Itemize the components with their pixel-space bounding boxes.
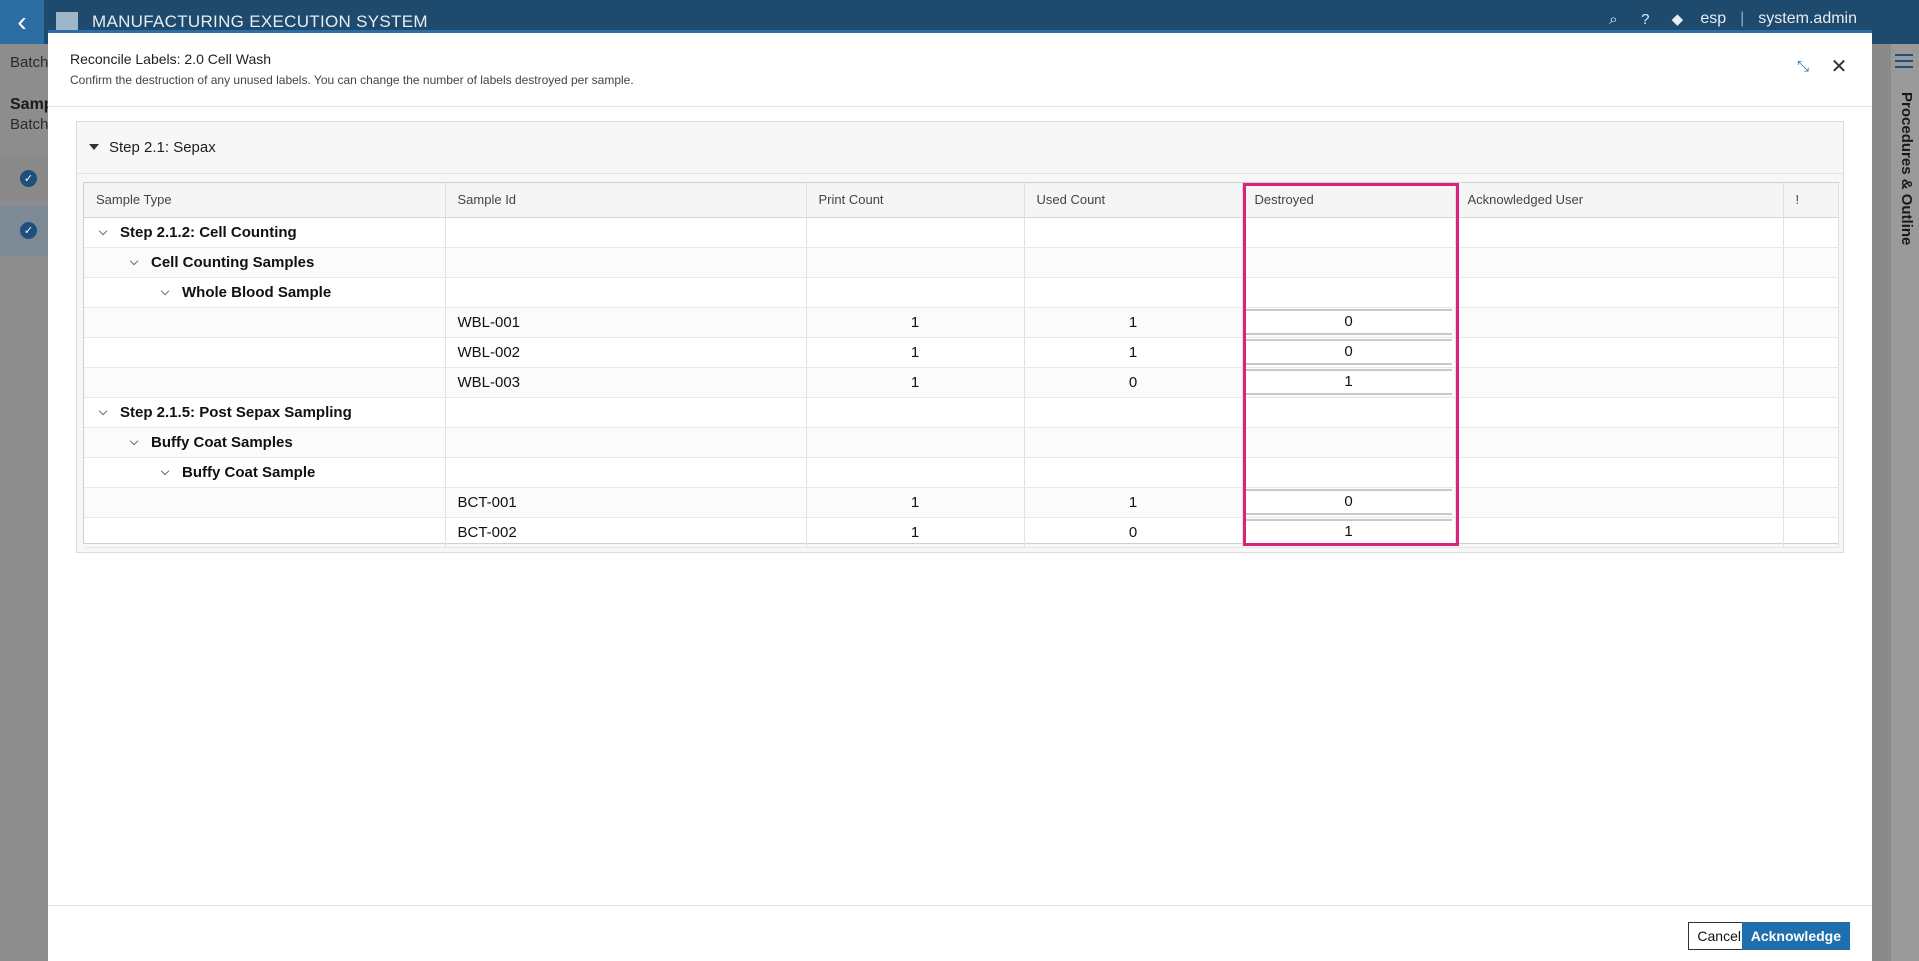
sample-id-cell: WBL-002: [445, 337, 807, 368]
batch-tab[interactable]: Batch: [10, 54, 48, 71]
list-item[interactable]: ✓: [0, 206, 48, 256]
table-row: WBL-001 1 1 0: [84, 307, 1839, 338]
background-left-panel: Batch Samp Batch ✓ ✓: [0, 44, 54, 961]
sample-id-cell: WBL-001: [445, 307, 807, 338]
chevron-down-icon[interactable]: ⌵: [129, 256, 139, 268]
group-label: Whole Blood Sample: [182, 283, 332, 301]
modal-header: Reconcile Labels: 2.0 Cell Wash Confirm …: [48, 33, 1872, 107]
column-header-destroyed[interactable]: Destroyed: [1242, 183, 1456, 218]
group-label: Step 2.1.2: Cell Counting: [120, 223, 297, 241]
separator: |: [1740, 10, 1745, 27]
table-row: BCT-001 1 1 0: [84, 487, 1839, 518]
table-row: ⌵ Cell Counting Samples: [84, 247, 1839, 278]
sample-id-cell: BCT-001: [445, 487, 807, 518]
back-chevron-icon[interactable]: ‹: [0, 0, 44, 44]
procedures-outline-label[interactable]: Procedures & Outline: [1898, 92, 1915, 245]
batch-subheader: Batch: [10, 116, 49, 133]
destroyed-input[interactable]: 0: [1245, 339, 1452, 365]
background-right-panel: Procedures & Outline: [1872, 44, 1919, 961]
table-row: ⌵ Whole Blood Sample: [84, 277, 1839, 308]
search-icon[interactable]: ⌕: [1604, 10, 1622, 28]
print-count-cell: 1: [806, 337, 1025, 368]
table-row: ⌵ Buffy Coat Sample: [84, 457, 1839, 488]
column-header-flag[interactable]: !: [1783, 183, 1839, 218]
acknowledged-user-cell: [1455, 487, 1784, 518]
step-panel-header[interactable]: Step 2.1: Sepax: [77, 122, 1843, 174]
help-icon[interactable]: ?: [1636, 10, 1654, 28]
chevron-down-icon[interactable]: ⌵: [160, 286, 170, 298]
table-row: BCT-002 1 0 1: [84, 517, 1839, 548]
group-label: Buffy Coat Samples: [151, 433, 293, 451]
app-logo-icon: [56, 12, 78, 32]
app-title: MANUFACTURING EXECUTION SYSTEM: [92, 12, 428, 31]
print-count-cell: 1: [806, 517, 1025, 548]
check-circle-icon: ✓: [20, 222, 37, 239]
acknowledged-user-cell: [1455, 517, 1784, 548]
table-row: WBL-002 1 1 0: [84, 337, 1839, 368]
chevron-down-icon[interactable]: ⌵: [98, 406, 108, 418]
labels-grid: Sample Type Sample Id Print Count Used C…: [83, 182, 1839, 548]
print-count-cell: 1: [806, 487, 1025, 518]
used-count-cell: 0: [1024, 367, 1243, 398]
collapse-icon[interactable]: ⤡: [1792, 55, 1814, 77]
used-count-cell: 1: [1024, 487, 1243, 518]
column-header-sample-id[interactable]: Sample Id: [445, 183, 807, 218]
acknowledged-user-cell: [1455, 307, 1784, 338]
used-count-cell: 1: [1024, 307, 1243, 338]
close-icon[interactable]: ✕: [1828, 55, 1850, 78]
acknowledged-user-cell: [1455, 337, 1784, 368]
user-menu[interactable]: system.admin: [1758, 10, 1857, 28]
group-label: Step 2.1.5: Post Sepax Sampling: [120, 403, 352, 421]
bell-icon[interactable]: ◆: [1668, 10, 1686, 28]
print-count-cell: 1: [806, 367, 1025, 398]
check-circle-icon: ✓: [20, 170, 37, 187]
sample-id-cell: WBL-003: [445, 367, 807, 398]
group-label: Cell Counting Samples: [151, 253, 315, 271]
table-row: ⌵ Step 2.1.2: Cell Counting: [84, 217, 1839, 248]
language-selector[interactable]: esp: [1700, 10, 1726, 28]
list-menu-icon[interactable]: [1895, 54, 1913, 68]
destroyed-input[interactable]: 0: [1245, 309, 1452, 335]
used-count-cell: 0: [1024, 517, 1243, 548]
sample-id-cell: BCT-002: [445, 517, 807, 548]
column-header-acknowledged-user[interactable]: Acknowledged User: [1455, 183, 1784, 218]
destroyed-input[interactable]: 1: [1245, 519, 1452, 545]
used-count-cell: 1: [1024, 337, 1243, 368]
table-row: WBL-003 1 0 1: [84, 367, 1839, 398]
reconcile-labels-modal: Reconcile Labels: 2.0 Cell Wash Confirm …: [48, 30, 1872, 961]
chevron-down-icon[interactable]: ⌵: [129, 436, 139, 448]
modal-footer: Cancel Acknowledge: [48, 905, 1872, 961]
table-row: ⌵ Buffy Coat Samples: [84, 427, 1839, 458]
group-label: Buffy Coat Sample: [182, 463, 316, 481]
table-row: ⌵ Step 2.1.5: Post Sepax Sampling: [84, 397, 1839, 428]
acknowledge-button[interactable]: Acknowledge: [1741, 922, 1850, 950]
acknowledged-user-cell: [1455, 367, 1784, 398]
modal-subtitle: Confirm the destruction of any unused la…: [70, 73, 634, 87]
cancel-button[interactable]: Cancel: [1688, 922, 1750, 950]
labels-table: Sample Type Sample Id Print Count Used C…: [84, 183, 1839, 548]
column-header-used-count[interactable]: Used Count: [1024, 183, 1243, 218]
print-count-cell: 1: [806, 307, 1025, 338]
topbar-right: ⌕ ? ◆ esp | system.admin: [1604, 10, 1857, 28]
step-panel: Step 2.1: Sepax Sample Type Sample Id Pr…: [76, 121, 1844, 553]
table-header-row: Sample Type Sample Id Print Count Used C…: [84, 183, 1839, 218]
chevron-down-icon[interactable]: ⌵: [160, 466, 170, 478]
chevron-down-icon[interactable]: ⌵: [98, 226, 108, 238]
list-item[interactable]: ✓: [0, 156, 48, 200]
modal-title: Reconcile Labels: 2.0 Cell Wash: [70, 51, 272, 67]
destroyed-input[interactable]: 0: [1245, 489, 1452, 515]
step-panel-title: Step 2.1: Sepax: [109, 139, 216, 156]
caret-down-icon: [89, 144, 99, 150]
column-header-print-count[interactable]: Print Count: [806, 183, 1025, 218]
destroyed-input[interactable]: 1: [1245, 369, 1452, 395]
column-header-sample-type[interactable]: Sample Type: [84, 183, 446, 218]
